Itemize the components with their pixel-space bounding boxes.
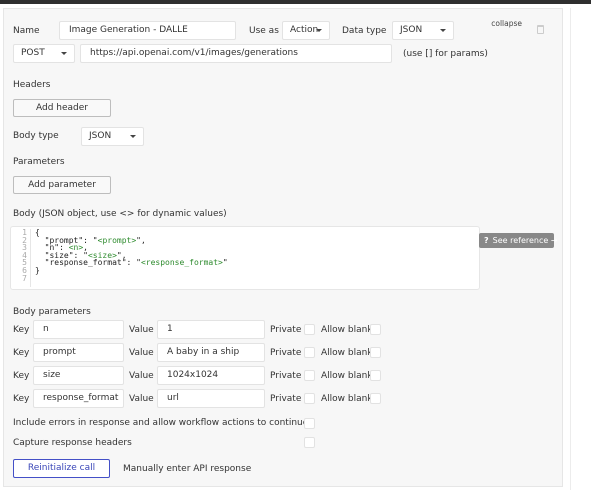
- allow-blank-checkbox[interactable]: [370, 370, 381, 381]
- key-input[interactable]: response_format: [33, 389, 124, 408]
- value-label: Value: [129, 371, 154, 381]
- private-label: Private: [270, 371, 302, 381]
- key-label: Key: [13, 325, 30, 335]
- use-as-value: Action: [290, 25, 319, 35]
- add-header-button[interactable]: Add header: [13, 99, 111, 117]
- method-select[interactable]: POST: [13, 44, 75, 63]
- line-number: 7: [22, 273, 27, 283]
- private-checkbox[interactable]: [304, 324, 315, 335]
- value-input[interactable]: A baby in a ship: [157, 343, 265, 362]
- include-errors-label: Include errors in response and allow wor…: [13, 418, 309, 428]
- private-checkbox[interactable]: [304, 393, 315, 404]
- code-text: ",: [136, 235, 146, 245]
- body-type-select[interactable]: JSON: [81, 127, 144, 146]
- chevron-down-icon: [440, 29, 446, 32]
- use-as-select[interactable]: Action: [282, 21, 330, 40]
- scroll-gutter: [563, 8, 571, 490]
- manually-enter-response-link[interactable]: Manually enter API response: [123, 463, 251, 475]
- reinitialize-call-button[interactable]: Reinitialize call: [13, 459, 110, 478]
- value-input[interactable]: 1024x1024: [157, 366, 265, 385]
- allow-blank-checkbox[interactable]: [370, 393, 381, 404]
- see-reference-label: See reference →: [492, 236, 558, 245]
- allow-blank-checkbox[interactable]: [370, 324, 381, 335]
- key-label: Key: [13, 394, 30, 404]
- parameters-label: Parameters: [13, 157, 65, 167]
- trash-icon[interactable]: [537, 25, 544, 34]
- add-parameter-button[interactable]: Add parameter: [13, 176, 111, 194]
- body-type-label: Body type: [13, 131, 59, 141]
- allow-blank-checkbox[interactable]: [370, 347, 381, 358]
- value-label: Value: [129, 348, 154, 358]
- private-checkbox[interactable]: [304, 370, 315, 381]
- private-checkbox[interactable]: [304, 347, 315, 358]
- help-icon: ?: [484, 236, 489, 245]
- code-line: }: [35, 266, 228, 275]
- allow-blank-label: Allow blank: [321, 371, 373, 381]
- chevron-down-icon: [316, 29, 322, 32]
- dynamic-value: <prompt>: [97, 235, 137, 245]
- use-as-label: Use as: [249, 26, 279, 36]
- method-value: POST: [21, 48, 45, 58]
- dynamic-value: <response_format>: [140, 258, 223, 268]
- include-errors-checkbox[interactable]: [304, 418, 315, 429]
- code-text: ": [222, 258, 228, 268]
- private-label: Private: [270, 348, 302, 358]
- allow-blank-label: Allow blank: [321, 348, 373, 358]
- line-numbers: 1 2 3 4 5 6 7: [11, 229, 31, 287]
- see-reference-button[interactable]: ? See reference →: [479, 233, 558, 248]
- chevron-down-icon: [61, 52, 67, 55]
- chevron-down-icon: [130, 135, 136, 138]
- private-label: Private: [270, 394, 302, 404]
- url-hint: (use [] for params): [403, 49, 488, 59]
- value-input[interactable]: 1: [157, 320, 265, 339]
- value-input[interactable]: url: [157, 389, 265, 408]
- data-type-label: Data type: [342, 26, 387, 36]
- allow-blank-label: Allow blank: [321, 394, 373, 404]
- key-input[interactable]: prompt: [33, 343, 124, 362]
- headers-label: Headers: [13, 80, 51, 90]
- code-lines: { "prompt": "<prompt>", "n": <n>, "size"…: [35, 229, 228, 282]
- data-type-value: JSON: [400, 25, 423, 35]
- capture-headers-label: Capture response headers: [13, 438, 132, 448]
- collapse-link[interactable]: collapse: [491, 19, 522, 28]
- body-label: Body (JSON object, use <> for dynamic va…: [13, 209, 227, 219]
- url-input[interactable]: https://api.openai.com/v1/images/generat…: [80, 44, 392, 63]
- window-top-border: [0, 0, 591, 4]
- allow-blank-label: Allow blank: [321, 325, 373, 335]
- name-input[interactable]: Image Generation - DALLE: [59, 21, 236, 40]
- key-label: Key: [13, 348, 30, 358]
- name-label: Name: [13, 26, 40, 36]
- key-label: Key: [13, 371, 30, 381]
- private-label: Private: [270, 325, 302, 335]
- code-line: "response_format": "<response_format>": [35, 259, 228, 267]
- key-input[interactable]: size: [33, 366, 124, 385]
- code-text: "response_format": ": [35, 258, 141, 268]
- body-parameters-label: Body parameters: [13, 307, 91, 317]
- body-json-editor[interactable]: 1 2 3 4 5 6 7 { "prompt": "<prompt>", "n…: [10, 226, 480, 290]
- data-type-select[interactable]: JSON: [392, 21, 454, 40]
- key-input[interactable]: n: [33, 320, 124, 339]
- value-label: Value: [129, 394, 154, 404]
- value-label: Value: [129, 325, 154, 335]
- body-type-value: JSON: [89, 131, 112, 141]
- capture-headers-checkbox[interactable]: [304, 437, 315, 448]
